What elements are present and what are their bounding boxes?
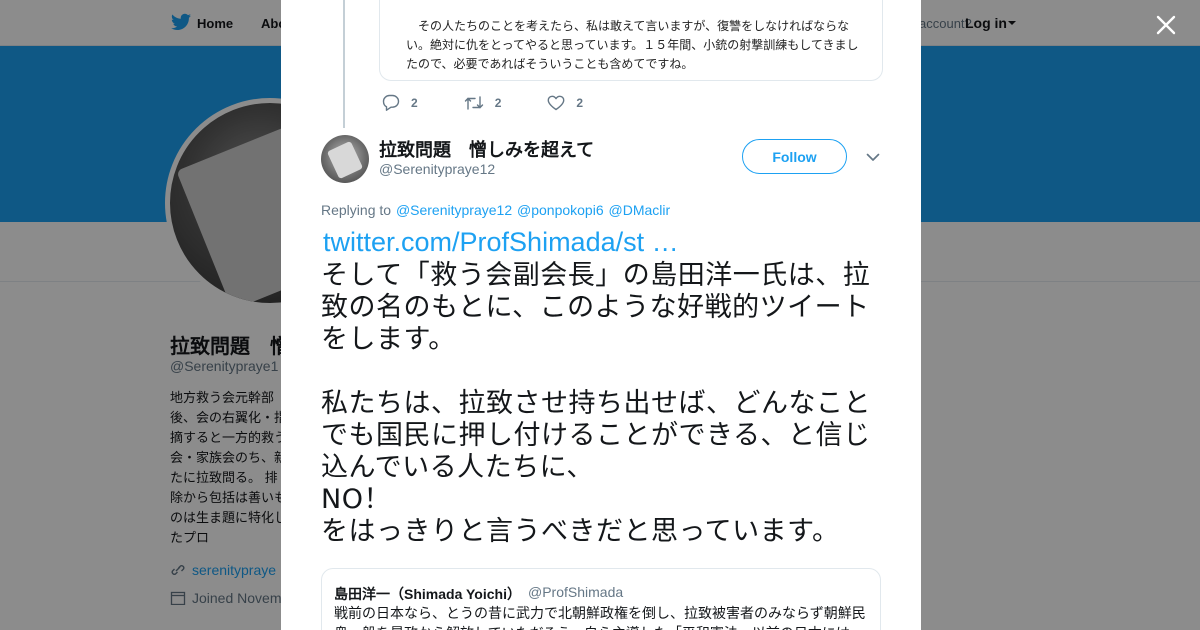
replying-to-label: Replying to — [321, 202, 392, 218]
tweet-author-name[interactable]: 拉致問題 憎しみを超えて — [379, 136, 594, 162]
previous-quoted-tweet[interactable]: その人たちのことを考えたら、私は敢えて言いますが、復讐をしなければならない。絶対… — [379, 0, 883, 81]
quoted-tweet-author-handle: @ProfShimada — [528, 584, 624, 600]
retweet-button[interactable]: 2 — [464, 95, 502, 111]
reply-icon — [382, 94, 400, 111]
previous-quoted-tweet-text: その人たちのことを考えたら、私は敢えて言いますが、復讐をしなければならない。絶対… — [406, 19, 859, 71]
thread-connector-line — [343, 0, 345, 128]
mention-link[interactable]: @ponpokopi6 — [517, 202, 604, 218]
retweet-count: 2 — [494, 95, 502, 110]
mention-link[interactable]: @Serenitypraye12 — [396, 202, 512, 218]
retweet-icon — [464, 95, 483, 110]
tweet-url-link[interactable]: twitter.com/ProfShimada/st … — [323, 227, 679, 258]
tweet-text: そして「救う会副会長」の島田洋一氏は、拉致の名のもとに、このような好戦的ツイート… — [321, 260, 871, 547]
reply-button[interactable]: 2 — [382, 94, 418, 111]
quoted-tweet-text: 戦前の日本なら、とうの昔に武力で北朝鮮政権を倒し、拉致被害者のみならず朝鮮民衆一… — [334, 605, 866, 630]
like-button[interactable]: 2 — [547, 95, 583, 111]
tweet-modal: その人たちのことを考えたら、私は敢えて言いますが、復讐をしなければならない。絶対… — [281, 0, 921, 630]
reply-count: 2 — [411, 95, 418, 110]
replying-to-line: Replying to @Serenitypraye12 @ponpokopi6… — [321, 202, 670, 218]
quoted-tweet-author-name: 島田洋一（Shimada Yoichi） — [334, 586, 521, 602]
tweet-actions: 2 2 2 — [382, 94, 629, 111]
like-count: 2 — [576, 95, 584, 110]
quoted-tweet-card[interactable]: 島田洋一（Shimada Yoichi） @ProfShimada 戦前の日本な… — [321, 568, 881, 630]
mention-link[interactable]: @DMaclir — [609, 202, 671, 218]
heart-icon — [547, 95, 565, 110]
tweet-author-handle[interactable]: @Serenitypraye12 — [379, 161, 495, 177]
chevron-down-icon[interactable] — [865, 151, 881, 163]
follow-button[interactable]: Follow — [742, 139, 847, 174]
close-icon[interactable] — [1152, 11, 1180, 39]
avatar[interactable] — [321, 135, 369, 183]
